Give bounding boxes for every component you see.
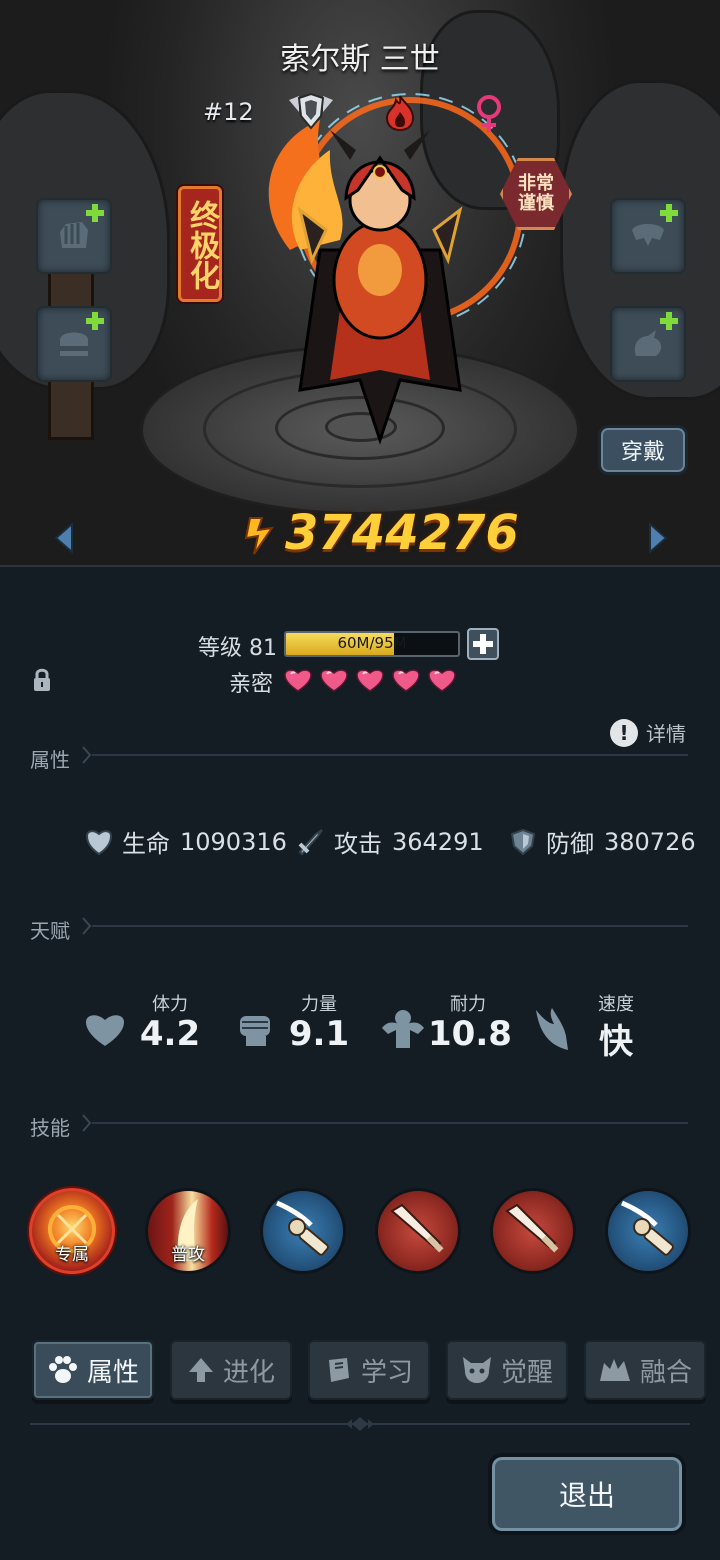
prev-hero-arrow-icon[interactable] — [52, 522, 76, 554]
stat-hp-value: 1090316 — [180, 827, 287, 856]
level-up-plus-button[interactable] — [467, 628, 499, 660]
skill-hammer[interactable] — [605, 1188, 691, 1274]
tab-learn[interactable]: 学习 — [308, 1340, 430, 1400]
fire-icon — [385, 95, 415, 132]
intimacy-hearts — [284, 668, 456, 692]
tab-label: 属性 — [86, 1357, 139, 1388]
chevron-right-icon — [82, 917, 92, 935]
shield-icon — [510, 828, 536, 855]
hammer-skill-icon — [621, 1200, 674, 1256]
talent-strength-label: 力量 — [301, 994, 337, 1015]
female-icon — [477, 95, 501, 132]
stat-attack-value: 364291 — [392, 827, 484, 856]
intimacy-label: 亲密 — [229, 672, 274, 697]
skill-exclusive[interactable]: 专属 — [29, 1188, 115, 1274]
arrow-up-icon — [188, 1358, 213, 1382]
add-plus-icon — [660, 204, 678, 222]
hero-scene: 索尔斯 三世 #12 终极化 非常谨慎 穿戴 3744276 — [0, 0, 720, 565]
section-title-attributes: 属性 — [30, 748, 70, 772]
stat-defense-label: 防御 — [546, 830, 594, 858]
heart-icon — [284, 669, 312, 692]
talent-strength-value: 9.1 — [288, 1014, 350, 1054]
add-plus-icon — [86, 204, 104, 222]
hero-rank: #12 — [203, 98, 254, 126]
tab-fusion[interactable]: 融合 — [584, 1340, 706, 1400]
ultimate-badge: 终极化 — [178, 186, 222, 302]
heart-icon — [428, 669, 456, 692]
equip-slot-weapon[interactable] — [36, 198, 112, 274]
section-divider — [92, 754, 688, 756]
equip-slot-helmet[interactable] — [36, 306, 112, 382]
tab-awaken[interactable]: 觉醒 — [446, 1340, 568, 1400]
add-plus-icon — [660, 312, 678, 330]
skill-caption: 普攻 — [171, 1245, 205, 1265]
wear-button[interactable]: 穿戴 — [598, 425, 688, 475]
skill-sword[interactable] — [375, 1188, 461, 1274]
divider-ornament-icon — [346, 1417, 374, 1431]
muscle-icon — [382, 1010, 424, 1048]
tab-label: 融合 — [639, 1357, 692, 1388]
tab-label: 觉醒 — [500, 1357, 553, 1388]
beast-icon — [462, 1357, 491, 1383]
sword-skill-icon — [390, 1203, 444, 1253]
next-hero-arrow-icon[interactable] — [646, 522, 670, 554]
chevron-right-icon — [82, 746, 92, 764]
chevron-right-icon — [82, 1114, 92, 1132]
hammer-skill-icon — [276, 1200, 329, 1256]
heart-icon — [392, 669, 420, 692]
tab-bar: 属性 进化 学习 觉醒 融合 — [0, 1338, 720, 1414]
sword-skill-icon — [505, 1203, 559, 1253]
talent-stamina-value: 4.2 — [139, 1014, 201, 1054]
level-label: 等级 81 — [198, 636, 277, 661]
talent-endurance-label: 耐力 — [450, 994, 486, 1015]
equip-slot-accessory[interactable] — [610, 306, 686, 382]
detail-button[interactable]: ! 详情 — [610, 718, 686, 747]
tab-label: 进化 — [222, 1357, 275, 1388]
skill-normal-attack[interactable]: 普攻 — [145, 1188, 231, 1274]
equip-slot-armor[interactable] — [610, 198, 686, 274]
skill-hammer[interactable] — [260, 1188, 346, 1274]
wing-icon — [536, 1008, 568, 1050]
paw-icon — [48, 1356, 77, 1383]
heart-icon — [320, 669, 348, 692]
heart-icon — [86, 1015, 124, 1046]
book-icon — [328, 1358, 349, 1382]
power-value: 3744276 — [285, 505, 519, 561]
section-divider — [92, 925, 688, 927]
sword-icon — [298, 828, 323, 855]
heart-icon — [356, 669, 384, 692]
stat-hp: 生命 1090316 — [86, 824, 287, 859]
talent-stamina-label: 体力 — [152, 994, 188, 1015]
shield-icon — [289, 92, 333, 130]
section-title-skills: 技能 — [30, 1116, 70, 1140]
power-icon — [244, 517, 275, 555]
xp-text: 60M/95M — [337, 634, 407, 652]
detail-label: 详情 — [646, 722, 686, 746]
stat-attack-label: 攻击 — [334, 830, 382, 858]
section-title-talent: 天赋 — [30, 919, 70, 943]
add-plus-icon — [86, 312, 104, 330]
fist-icon — [240, 1016, 270, 1046]
stat-attack: 攻击 364291 — [296, 824, 484, 859]
lock-icon[interactable] — [32, 668, 52, 692]
stat-hp-label: 生命 — [122, 830, 170, 858]
stat-defense: 防御 380726 — [510, 824, 696, 859]
hero-sprite[interactable] — [230, 80, 530, 450]
talent-speed-label: 速度 — [598, 994, 634, 1015]
talent-endurance-value: 10.8 — [428, 1014, 512, 1054]
tab-label: 学习 — [360, 1357, 413, 1388]
skill-caption: 专属 — [55, 1245, 89, 1265]
exclamation-icon: ! — [610, 718, 638, 747]
xp-bar: 60M/95M — [284, 631, 460, 657]
skill-sword[interactable] — [490, 1188, 576, 1274]
tab-evolve[interactable]: 进化 — [170, 1340, 292, 1400]
fusion-icon — [599, 1359, 630, 1381]
stat-defense-value: 380726 — [604, 827, 696, 856]
hero-name: 索尔斯 三世 — [280, 42, 440, 77]
exit-button[interactable]: 退出 — [488, 1453, 686, 1535]
tab-attributes[interactable]: 属性 — [32, 1340, 154, 1400]
section-divider — [92, 1122, 688, 1124]
talent-speed-value: 快 — [599, 1022, 633, 1062]
heart-shield-icon — [86, 829, 112, 855]
